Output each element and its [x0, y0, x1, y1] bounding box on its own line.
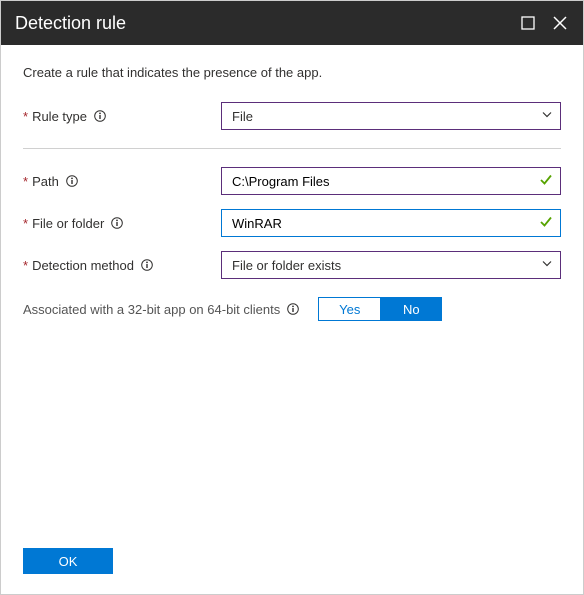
panel-header: Detection rule	[1, 1, 583, 45]
panel-footer: OK	[1, 532, 583, 594]
file-or-folder-input[interactable]	[221, 209, 561, 237]
toggle-yes-button[interactable]: Yes	[318, 297, 380, 321]
path-label: * Path	[23, 174, 221, 189]
rule-type-section: * Rule type File	[23, 102, 561, 149]
description-text: Create a rule that indicates the presenc…	[23, 65, 561, 80]
toggle-no-button[interactable]: No	[380, 297, 442, 321]
required-indicator: *	[23, 216, 28, 231]
bit-association-toggle: Yes No	[318, 297, 442, 321]
info-icon[interactable]	[110, 216, 124, 230]
ok-button[interactable]: OK	[23, 548, 113, 574]
panel-content: Create a rule that indicates the presenc…	[1, 45, 583, 532]
info-icon[interactable]	[93, 109, 107, 123]
info-icon[interactable]	[140, 258, 154, 272]
file-or-folder-label: * File or folder	[23, 216, 221, 231]
required-indicator: *	[23, 109, 28, 124]
detection-method-select[interactable]: File or folder exists	[221, 251, 561, 279]
panel-title: Detection rule	[15, 13, 519, 34]
info-icon[interactable]	[65, 174, 79, 188]
info-icon[interactable]	[286, 302, 300, 316]
rule-type-value: File	[232, 109, 253, 124]
rule-type-select[interactable]: File	[221, 102, 561, 130]
maximize-icon[interactable]	[519, 14, 537, 32]
header-actions	[519, 14, 569, 32]
required-indicator: *	[23, 258, 28, 273]
detection-method-label: * Detection method	[23, 258, 221, 273]
rule-type-label: * Rule type	[23, 109, 221, 124]
path-input[interactable]	[221, 167, 561, 195]
detection-method-value: File or folder exists	[232, 258, 341, 273]
bit-association-row: Associated with a 32-bit app on 64-bit c…	[23, 297, 561, 321]
required-indicator: *	[23, 174, 28, 189]
close-icon[interactable]	[551, 14, 569, 32]
detection-rule-panel: Detection rule Create a rule that indica…	[0, 0, 584, 595]
bit-association-label: Associated with a 32-bit app on 64-bit c…	[23, 302, 280, 317]
